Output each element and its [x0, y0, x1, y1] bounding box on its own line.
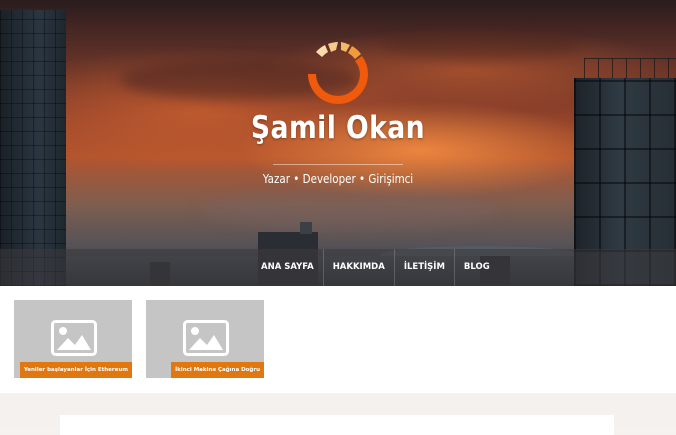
nav-item-contact[interactable]: İLETİŞİM [393, 249, 454, 286]
image-placeholder-icon [51, 320, 97, 356]
nav-item-about[interactable]: HAKKIMDA [322, 249, 394, 286]
post-card[interactable]: İkinci Makine Çağına Doğru [146, 300, 264, 378]
post-title-label[interactable]: Yeniler başlayanlar İçin Ethereum [19, 362, 132, 378]
image-placeholder-icon [183, 320, 229, 356]
post-card[interactable]: Yeniler başlayanlar İçin Ethereum [14, 300, 132, 378]
sunrise-ring-logo[interactable] [306, 40, 370, 108]
nav-item-blog[interactable]: BLOG [453, 249, 499, 286]
hero-header: Şamil Okan Yazar • Developer • Girişimci… [0, 0, 676, 286]
site-tagline: Yazar • Developer • Girişimci [262, 172, 414, 186]
nav-item-home[interactable]: ANA SAYFA [252, 249, 323, 286]
title-divider [273, 164, 403, 165]
content-area [60, 415, 614, 435]
post-title-label[interactable]: İkinci Makine Çağına Doğru [171, 362, 264, 378]
site-title[interactable]: Şamil Okan [47, 110, 628, 146]
featured-posts: Yeniler başlayanlar İçin Ethereum İkinci… [0, 286, 676, 393]
main-navigation: ANA SAYFA HAKKIMDA İLETİŞİM BLOG [0, 249, 676, 286]
left-building [0, 10, 66, 286]
right-building-roof [584, 58, 676, 80]
